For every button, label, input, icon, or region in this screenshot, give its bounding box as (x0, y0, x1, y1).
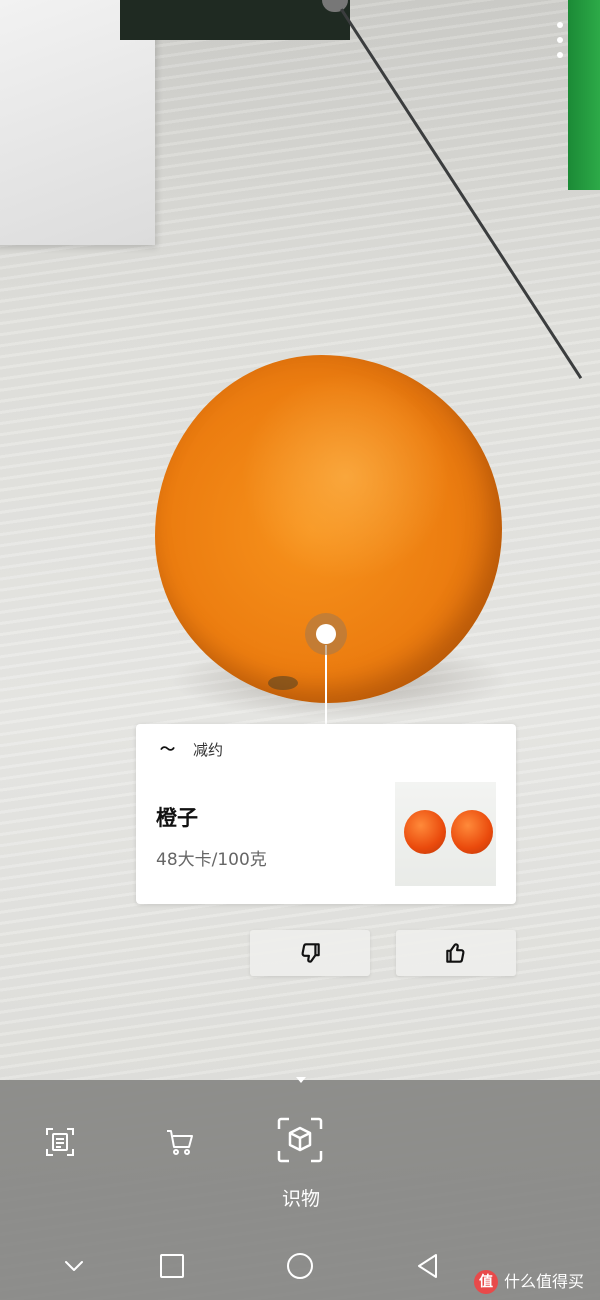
recognition-marker-dot (316, 624, 336, 644)
mode-shopping[interactable] (160, 1122, 200, 1162)
table-edge (340, 8, 583, 380)
nav-recents-button[interactable] (154, 1248, 190, 1284)
watermark-badge: 值 (474, 1270, 498, 1294)
nav-collapse-button[interactable] (56, 1248, 92, 1284)
thumbs-up-icon (446, 943, 465, 963)
shopping-cart-icon (167, 1130, 193, 1155)
thumbs-down-icon (301, 943, 320, 963)
object-recognition-icon (277, 1117, 323, 1163)
more-options-icon[interactable] (548, 22, 572, 58)
background-dark-object (120, 0, 350, 40)
mode-scan-text[interactable] (40, 1122, 80, 1162)
square-icon (160, 1254, 184, 1278)
orange-stem (268, 676, 298, 690)
marker-connector-line (325, 645, 327, 725)
thumbs-up-button[interactable] (396, 930, 516, 976)
food-calories: 48大卡/100克 (156, 850, 267, 870)
panel-caret-icon (296, 1077, 306, 1083)
nav-back-button[interactable] (410, 1248, 446, 1284)
thumbs-down-button[interactable] (250, 930, 370, 976)
mode-active-label: 识物 (281, 1188, 320, 1210)
thumbnail-orange-left (404, 810, 446, 854)
mode-object-recognition[interactable] (274, 1114, 326, 1166)
thumbnail-orange-right (451, 810, 493, 854)
circle-icon (287, 1253, 313, 1279)
food-name: 橙子 (156, 806, 198, 830)
chevron-down-icon (65, 1261, 83, 1271)
brand-name: 减约 (193, 741, 224, 759)
watermark-text: 什么值得买 (504, 1272, 585, 1291)
triangle-back-icon (418, 1254, 437, 1278)
background-green-object (568, 0, 600, 190)
brand-logo-icon: 〜 (160, 740, 176, 758)
nav-home-button[interactable] (282, 1248, 318, 1284)
scan-text-icon (46, 1128, 74, 1156)
